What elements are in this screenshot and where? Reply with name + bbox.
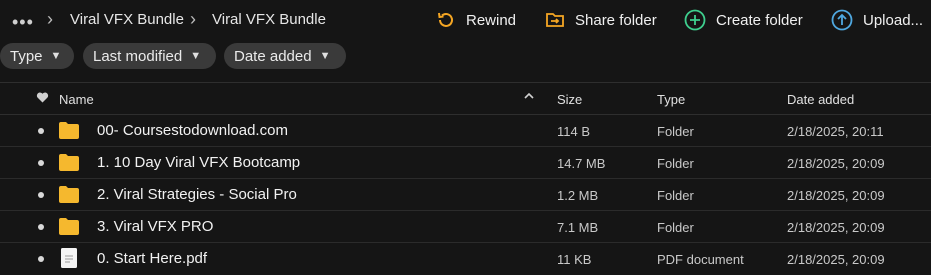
file-type: Folder bbox=[657, 156, 694, 171]
share-folder-label: Share folder bbox=[575, 11, 657, 29]
file-name[interactable]: 00- Coursestodownload.com bbox=[97, 122, 288, 139]
share-folder-icon bbox=[546, 13, 564, 27]
table-header: Name Size Type Date added bbox=[0, 82, 931, 115]
file-name[interactable]: 1. 10 Day Viral VFX Bootcamp bbox=[97, 154, 300, 171]
file-type: Folder bbox=[657, 220, 694, 235]
row-bullet bbox=[38, 128, 44, 134]
table-row[interactable]: 3. Viral VFX PRO 7.1 MB Folder 2/18/2025… bbox=[0, 211, 931, 243]
date-added-filter-label: Date added bbox=[234, 47, 312, 65]
file-date-added: 2/18/2025, 20:09 bbox=[787, 188, 885, 203]
rewind-icon bbox=[438, 12, 453, 27]
plus-circle-icon bbox=[684, 9, 706, 31]
file-type: Folder bbox=[657, 188, 694, 203]
column-header-name[interactable]: Name bbox=[59, 92, 94, 107]
row-bullet bbox=[38, 192, 44, 198]
date-added-filter[interactable]: Date added ▼ bbox=[224, 43, 346, 69]
chevron-down-icon: ▼ bbox=[190, 50, 202, 62]
type-filter-label: Type bbox=[10, 47, 43, 65]
file-type: Folder bbox=[657, 124, 694, 139]
row-bullet bbox=[38, 160, 44, 166]
rewind-label: Rewind bbox=[466, 11, 517, 29]
table-row[interactable]: 1. 10 Day Viral VFX Bootcamp 14.7 MB Fol… bbox=[0, 147, 931, 179]
file-type: PDF document bbox=[657, 252, 744, 267]
column-header-date-added[interactable]: Date added bbox=[787, 92, 854, 107]
folder-icon bbox=[59, 186, 79, 208]
top-bar: ••• › Viral VFX Bundle › Viral VFX Bundl… bbox=[0, 0, 931, 40]
file-size: 7.1 MB bbox=[557, 220, 599, 235]
row-bullet bbox=[38, 224, 44, 230]
file-size: 11 KB bbox=[557, 252, 592, 267]
row-bullet bbox=[38, 256, 44, 262]
breadcrumb-item-parent[interactable]: Viral VFX Bundle bbox=[70, 11, 184, 28]
file-name[interactable]: 3. Viral VFX PRO bbox=[97, 218, 213, 235]
upload-button[interactable]: Upload... bbox=[831, 8, 923, 32]
sort-ascending-icon[interactable] bbox=[523, 90, 535, 105]
folder-icon bbox=[59, 154, 79, 176]
breadcrumb-item-current[interactable]: Viral VFX Bundle bbox=[212, 11, 326, 28]
upload-label: Upload... bbox=[863, 11, 924, 29]
folder-icon bbox=[59, 218, 79, 240]
file-date-added: 2/18/2025, 20:11 bbox=[787, 124, 884, 139]
last-modified-filter[interactable]: Last modified ▼ bbox=[83, 43, 216, 69]
share-folder-button[interactable]: Share folder bbox=[545, 8, 657, 32]
table-row[interactable]: 2. Viral Strategies - Social Pro 1.2 MB … bbox=[0, 179, 931, 211]
chevron-right-icon: › bbox=[47, 9, 53, 29]
file-size: 14.7 MB bbox=[557, 156, 606, 171]
table-row[interactable]: 0. Start Here.pdf 11 KB PDF document 2/1… bbox=[0, 243, 931, 275]
more-options-button[interactable]: ••• bbox=[12, 12, 34, 33]
last-modified-filter-label: Last modified bbox=[93, 47, 183, 65]
file-name[interactable]: 2. Viral Strategies - Social Pro bbox=[97, 186, 297, 203]
table-row[interactable]: 00- Coursestodownload.com 114 B Folder 2… bbox=[0, 115, 931, 147]
file-date-added: 2/18/2025, 20:09 bbox=[787, 220, 885, 235]
file-date-added: 2/18/2025, 20:09 bbox=[787, 156, 885, 171]
file-name[interactable]: 0. Start Here.pdf bbox=[97, 250, 207, 267]
create-folder-button[interactable]: Create folder bbox=[684, 8, 803, 32]
chevron-down-icon: ▼ bbox=[319, 50, 331, 62]
column-header-size[interactable]: Size bbox=[557, 92, 582, 107]
create-folder-label: Create folder bbox=[716, 11, 803, 29]
folder-icon bbox=[59, 122, 79, 144]
file-size: 114 B bbox=[557, 124, 591, 139]
chevron-down-icon: ▼ bbox=[50, 50, 62, 62]
document-icon bbox=[61, 248, 77, 273]
upload-icon bbox=[831, 9, 853, 31]
column-header-type[interactable]: Type bbox=[657, 92, 685, 107]
type-filter[interactable]: Type ▼ bbox=[0, 43, 74, 69]
file-date-added: 2/18/2025, 20:09 bbox=[787, 252, 885, 267]
file-size: 1.2 MB bbox=[557, 188, 599, 203]
heart-icon[interactable] bbox=[36, 91, 49, 107]
chevron-right-icon: › bbox=[190, 9, 196, 29]
rewind-button[interactable]: Rewind bbox=[436, 8, 516, 32]
